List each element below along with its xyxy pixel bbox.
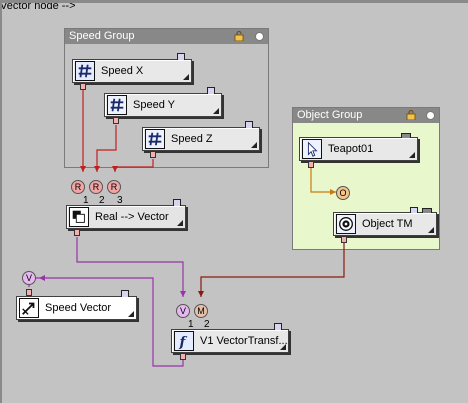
teapot01-node[interactable]: Teapot01 [299,133,418,161]
function-icon: f [174,331,194,351]
node-property-tab[interactable] [401,133,411,138]
node-property-tab[interactable] [177,53,185,60]
vector-transform-node[interactable]: f V1 VectorTransf... [171,323,289,353]
node-label: Speed Vector [45,302,112,314]
vector-arrow-icon [19,298,39,318]
speed-y-node[interactable]: Speed Y [104,87,222,117]
speed-x-node[interactable]: Speed X [72,53,192,83]
resize-corner[interactable] [213,108,219,114]
svg-text:f: f [179,334,188,350]
node-label: Object TM [362,218,413,230]
vector-transform-output-port[interactable] [180,353,186,360]
speed-z-output-port[interactable] [150,151,156,158]
node-label: Speed X [101,65,144,77]
node-label: Teapot01 [328,143,374,155]
real-input-pin-3[interactable]: R [107,180,121,194]
real-input-pin-2[interactable]: R [89,180,103,194]
resize-corner[interactable] [177,220,183,226]
converter-icon [69,207,89,227]
pointer-arrow-icon [302,139,322,159]
node-property-tab[interactable] [422,208,432,213]
speed-y-output-port[interactable] [113,117,119,124]
speed-vector-input-port[interactable] [26,289,32,296]
teapot01-output-port[interactable] [308,161,314,168]
object-tm-output-port[interactable] [341,236,347,243]
matrix-input-pin[interactable]: M [194,304,208,318]
resize-corner[interactable] [280,344,286,350]
speed-x-output-port[interactable] [80,83,86,90]
node-property-tab[interactable] [245,121,253,128]
resize-corner[interactable] [183,74,189,80]
hash-icon [107,95,127,115]
hash-icon [145,129,165,149]
real-to-vector-node[interactable]: Real --> Vector [66,199,186,229]
object-tm-icon [336,214,356,234]
speed-vector-node[interactable]: Speed Vector [16,290,137,320]
resize-corner[interactable] [251,142,257,148]
node-label: V1 VectorTransf... [200,335,288,347]
resize-corner[interactable] [409,152,415,158]
real-to-vector-output-port[interactable] [74,229,80,236]
node-property-tab[interactable] [274,323,282,330]
node-property-tab[interactable] [207,87,215,94]
object-tm-node[interactable]: Object TM [333,207,437,236]
node-label: Real --> Vector [95,211,169,223]
resize-corner[interactable] [428,227,434,233]
real-input-pin-1[interactable]: R [71,180,85,194]
vector-output-pin[interactable]: V [22,271,36,285]
vector-input-pin[interactable]: V [176,304,190,318]
node-property-tab[interactable] [121,290,129,297]
speed-z-node[interactable]: Speed Z [142,121,260,151]
orientation-input-pin[interactable]: O [336,186,350,200]
node-property-tab[interactable] [173,199,181,206]
node-label: Speed Z [171,133,213,145]
resize-corner[interactable] [128,311,134,317]
node-property-tab[interactable] [410,207,418,213]
node-label: Speed Y [133,99,176,111]
hash-icon [75,61,95,81]
